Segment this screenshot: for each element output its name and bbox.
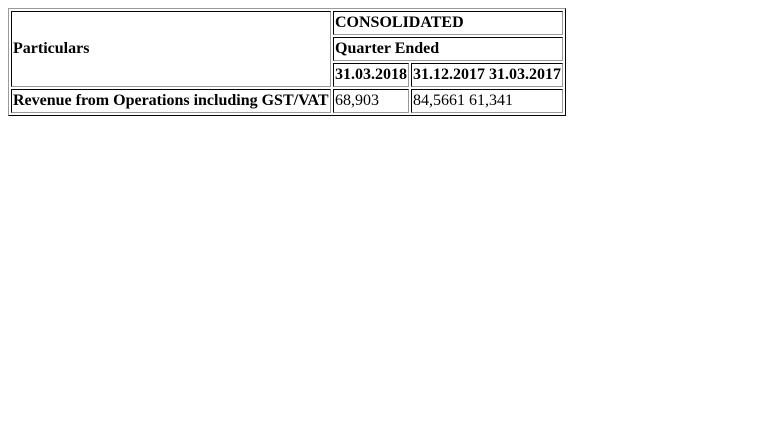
document-body: Particulars CONSOLIDATED Quarter Ended 3… bbox=[8, 8, 566, 116]
consolidated-header: CONSOLIDATED bbox=[333, 11, 563, 35]
header-row-group: Particulars CONSOLIDATED bbox=[11, 11, 563, 87]
particulars-header: Particulars bbox=[11, 11, 331, 87]
row-label: Revenue from Operations including GST/VA… bbox=[11, 89, 331, 113]
column-header-date: 31.03.2018 bbox=[333, 63, 409, 87]
table-row: Revenue from Operations including GST/VA… bbox=[11, 89, 563, 113]
quarter-ended-header: Quarter Ended bbox=[333, 37, 563, 61]
row-value: 84,5661 61,341 bbox=[411, 89, 563, 113]
column-header-date: 31.12.2017 31.03.2017 bbox=[411, 63, 563, 87]
financial-results-table: Particulars CONSOLIDATED Quarter Ended 3… bbox=[8, 8, 566, 116]
row-value: 68,903 bbox=[333, 89, 409, 113]
